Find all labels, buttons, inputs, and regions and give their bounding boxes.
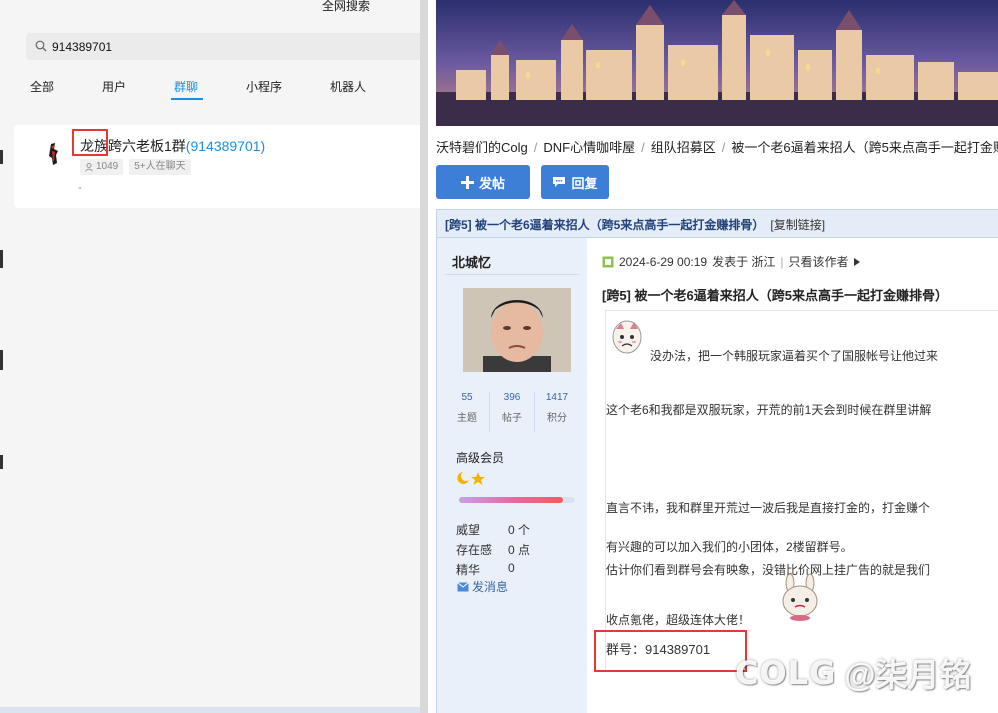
tab-groups[interactable]: 群聊 xyxy=(174,78,198,95)
search-icon xyxy=(35,40,47,52)
breadcrumb-separator: / xyxy=(533,140,538,155)
post-line: 没办法，把一个韩服玩家逼着买个了国服帐号让他过来 xyxy=(650,349,939,363)
send-message-link[interactable]: 发消息 xyxy=(457,578,508,595)
breadcrumb-item[interactable]: 沃特碧们的Colg xyxy=(436,140,528,155)
stat-value: 396 xyxy=(503,392,521,403)
meta-separator: | xyxy=(780,254,784,269)
bunny-sticker-icon xyxy=(782,573,818,621)
qq-search-pane: 全网搜索 全部 用户 群聊 小程序 机器人 龙族跨六老板1群(914389701… xyxy=(0,0,420,713)
post-line: 估计你们看到群号会有映象，没错比价网上挂广告的就是我们 xyxy=(606,563,931,577)
group-number-close-paren: ) xyxy=(260,138,266,154)
member-count: 1049 xyxy=(96,161,119,172)
reply-label: 回复 xyxy=(571,175,598,191)
post-line: 有兴趣的可以加入我们的小团体，2楼留群号。 xyxy=(606,540,853,554)
stat-value: 1417 xyxy=(545,392,569,403)
stat-posts[interactable]: 396 帖子 xyxy=(490,392,535,432)
active-tab-indicator xyxy=(171,98,203,100)
post-line: 直言不讳，我和群里开荒过一波后我是直接打金的，打金赚个 xyxy=(606,501,931,515)
author-name[interactable]: 北城忆 xyxy=(452,252,491,271)
envelope-icon xyxy=(457,581,469,591)
prop-value: 0 点 xyxy=(508,543,531,557)
copy-link-button[interactable]: [复制链接] xyxy=(770,218,825,232)
prop-presence: 存在感 0 点 xyxy=(456,541,530,558)
crying-sticker-icon xyxy=(612,320,642,354)
screenshot-root: 全网搜索 全部 用户 群聊 小程序 机器人 龙族跨六老板1群(914389701… xyxy=(0,0,998,713)
member-rank: 高级会员 xyxy=(456,451,505,465)
chatting-badge: 5+人在聊天 xyxy=(129,159,191,175)
forum-banner-image xyxy=(436,0,998,126)
stat-points[interactable]: 1417 积分 xyxy=(535,392,579,432)
prop-label: 精华 xyxy=(456,563,481,577)
stat-label: 积分 xyxy=(547,413,567,424)
post-line: 这个老6和我都是双服玩家，开荒的前1天会到时候在群里讲解 xyxy=(606,403,932,417)
stat-value: 55 xyxy=(461,392,473,403)
comment-icon xyxy=(553,177,566,187)
new-post-label: 发帖 xyxy=(478,175,505,191)
web-search-button[interactable]: 全网搜索 xyxy=(322,0,370,14)
stat-topics[interactable]: 55 主题 xyxy=(445,392,490,432)
posted-location: 发表于 浙江 xyxy=(712,255,776,269)
post-title: [跨5] 被一个老6逼着来招人（跨5来点高手一起打金赚排骨） xyxy=(602,288,948,303)
thread-header: [跨5] 被一个老6逼着来招人（跨5来点高手一起打金赚排骨） [复制链接] xyxy=(437,210,998,238)
breadcrumb-separator: / xyxy=(721,140,726,155)
edge-marks xyxy=(0,150,3,469)
stat-label: 帖子 xyxy=(502,413,522,424)
plus-icon xyxy=(460,175,474,189)
tab-bots[interactable]: 机器人 xyxy=(330,78,366,95)
stat-label: 主题 xyxy=(457,413,477,424)
breadcrumb-separator: / xyxy=(641,140,645,155)
prop-label: 威望 xyxy=(456,523,481,537)
post-line: 收点氪佬，超级连体大佬！ xyxy=(606,613,751,627)
group-avatar xyxy=(49,143,58,165)
prop-value: 0 xyxy=(508,561,515,575)
group-description: - xyxy=(78,182,82,194)
author-avatar[interactable] xyxy=(463,288,571,372)
tab-users[interactable]: 用户 xyxy=(102,78,126,95)
breadcrumb: 沃特碧们的Colg / DNF心情咖啡屋 / 组队招募区 / 被一个老6逼着来招人（跨5来点… xyxy=(436,137,998,156)
watermark: COLG @柒月铭 xyxy=(735,650,972,696)
search-input[interactable] xyxy=(52,37,352,56)
tab-all[interactable]: 全部 xyxy=(30,78,54,95)
group-number: 914389701 xyxy=(190,138,261,154)
prop-label: 存在感 xyxy=(456,543,493,557)
prop-value: 0 个 xyxy=(508,523,531,537)
member-count-badge: 1049 xyxy=(80,159,124,175)
tab-mini-programs[interactable]: 小程序 xyxy=(246,78,282,95)
thread-header-title: [跨5] 被一个老6逼着来招人（跨5来点高手一起打金赚排骨） xyxy=(445,218,765,232)
breadcrumb-item[interactable]: 被一个老6逼着来招人（跨5来点高手一起打金赚排 xyxy=(731,140,998,155)
watermark-handle: @柒月铭 xyxy=(844,657,972,693)
post-date: 2024-6-29 00:19 xyxy=(619,254,708,269)
divider xyxy=(445,274,579,275)
rank-progress-bar xyxy=(459,497,563,503)
colg-logo: COLG xyxy=(735,654,837,692)
author-sidebar: 北城忆 55 主题 396 帖子 1417 积分 高级会员 威望 0 个 存在感… xyxy=(437,238,587,713)
group-meta: 1049 5+人在聊天 xyxy=(80,159,191,175)
red-highlight-box-group-number xyxy=(594,630,747,672)
person-icon xyxy=(85,162,93,172)
caret-right-icon xyxy=(853,257,860,266)
rank-moon-star-icon xyxy=(457,472,485,485)
new-post-button[interactable]: 发帖 xyxy=(436,165,530,199)
prop-essence: 精华 0 xyxy=(456,561,515,578)
taskbar-strip xyxy=(0,707,420,713)
red-highlight-box-group-name xyxy=(72,129,108,156)
post-body: 没办法，把一个韩服玩家逼着买个了国服帐号让他过来 这个老6和我都是双服玩家，开荒… xyxy=(605,310,998,670)
search-box[interactable] xyxy=(26,33,420,60)
author-stats: 55 主题 396 帖子 1417 积分 xyxy=(445,392,579,432)
group-name-rest: 跨六老板1群 xyxy=(108,138,186,154)
post-floor-icon xyxy=(602,256,614,267)
breadcrumb-item[interactable]: 组队招募区 xyxy=(651,140,716,155)
send-message-label: 发消息 xyxy=(472,580,509,594)
forum-pane: 沃特碧们的Colg / DNF心情咖啡屋 / 组队招募区 / 被一个老6逼着来招人（跨5来点… xyxy=(428,0,998,713)
only-author-link[interactable]: 只看该作者 xyxy=(789,253,849,270)
breadcrumb-item[interactable]: DNF心情咖啡屋 xyxy=(543,140,635,155)
window-divider xyxy=(420,0,428,713)
reply-button[interactable]: 回复 xyxy=(541,165,609,199)
prop-prestige: 威望 0 个 xyxy=(456,521,530,538)
post-meta: 2024-6-29 00:19 发表于 浙江 | 只看该作者 xyxy=(602,253,860,270)
